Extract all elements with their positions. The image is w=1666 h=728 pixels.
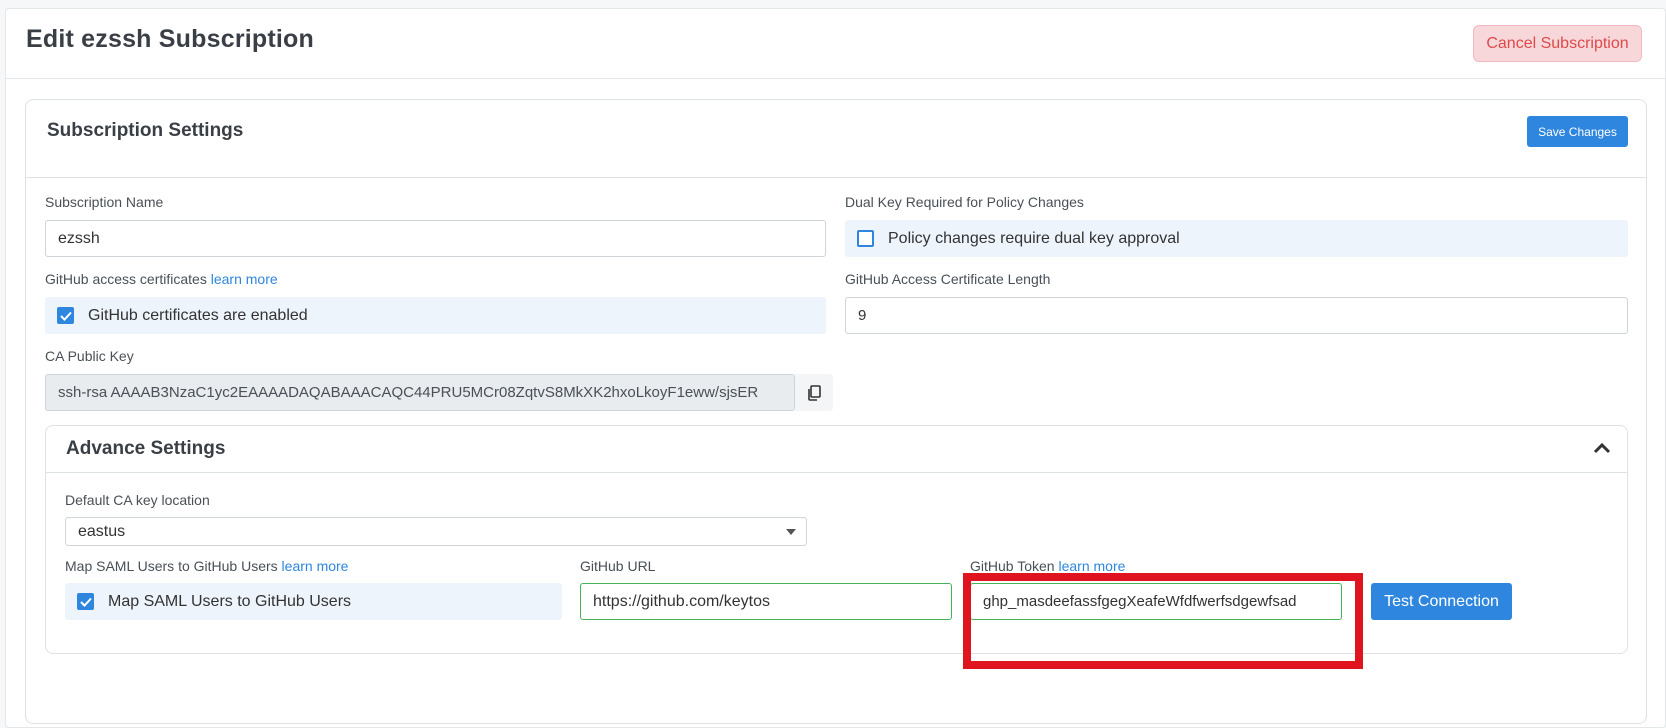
github-url-label: GitHub URL — [580, 558, 656, 574]
dual-key-checkbox[interactable] — [857, 230, 874, 247]
github-token-label-text: GitHub Token — [970, 558, 1055, 574]
github-certs-learn-more-link[interactable]: learn more — [211, 271, 278, 287]
advance-settings-header[interactable]: Advance Settings — [46, 426, 1627, 473]
copy-icon — [808, 384, 821, 401]
saml-map-learn-more-link[interactable]: learn more — [282, 558, 349, 574]
github-certs-label: GitHub access certificates learn more — [45, 271, 278, 287]
saml-map-checkbox[interactable] — [77, 593, 94, 610]
subscription-settings-card: Subscription Settings Save Changes Subsc… — [25, 99, 1647, 724]
cert-length-input[interactable]: 9 — [845, 297, 1628, 334]
check-icon — [79, 597, 92, 607]
copy-key-button[interactable] — [795, 374, 833, 411]
saml-map-label-text: Map SAML Users to GitHub Users — [65, 558, 278, 574]
github-certs-checkbox-label: GitHub certificates are enabled — [88, 306, 308, 324]
cert-length-label: GitHub Access Certificate Length — [845, 271, 1051, 287]
check-icon — [59, 311, 72, 321]
chevron-up-icon[interactable] — [1592, 440, 1612, 456]
page-title: Edit ezssh Subscription — [26, 25, 314, 53]
saml-map-label: Map SAML Users to GitHub Users learn mor… — [65, 558, 348, 574]
github-certs-label-text: GitHub access certificates — [45, 271, 207, 287]
saml-map-checkbox-row[interactable]: Map SAML Users to GitHub Users — [65, 583, 562, 620]
divider — [6, 78, 1665, 79]
saml-map-checkbox-label: Map SAML Users to GitHub Users — [108, 592, 352, 610]
save-changes-button[interactable]: Save Changes — [1527, 116, 1628, 147]
github-url-input[interactable]: https://github.com/keytos — [580, 583, 952, 620]
ca-location-select[interactable]: eastus — [65, 517, 807, 546]
ca-public-key-label: CA Public Key — [45, 348, 134, 364]
settings-header: Subscription Settings Save Changes — [26, 100, 1646, 178]
dual-key-label: Dual Key Required for Policy Changes — [845, 194, 1084, 210]
subscription-name-input[interactable]: ezssh — [45, 220, 826, 257]
settings-title: Subscription Settings — [47, 120, 244, 141]
dual-key-checkbox-label: Policy changes require dual key approval — [888, 229, 1180, 247]
github-token-highlight — [963, 573, 1363, 669]
test-connection-button[interactable]: Test Connection — [1371, 583, 1512, 620]
chevron-down-icon — [786, 529, 796, 535]
github-certs-checkbox[interactable] — [57, 307, 74, 324]
ca-location-label: Default CA key location — [65, 492, 210, 508]
github-certs-checkbox-row[interactable]: GitHub certificates are enabled — [45, 297, 826, 334]
advance-settings-card: Advance Settings Default CA key location… — [45, 425, 1628, 654]
github-token-learn-more-link[interactable]: learn more — [1058, 558, 1125, 574]
subscription-name-label: Subscription Name — [45, 194, 164, 210]
edit-subscription-page: Edit ezssh Subscription Cancel Subscript… — [5, 8, 1666, 728]
dual-key-checkbox-row[interactable]: Policy changes require dual key approval — [845, 220, 1628, 257]
advance-settings-title: Advance Settings — [66, 438, 226, 459]
github-token-label: GitHub Token learn more — [970, 558, 1125, 574]
ca-location-value: eastus — [78, 522, 126, 540]
ca-public-key-input[interactable]: ssh-rsa AAAAB3NzaC1yc2EAAAADAQABAAACAQC4… — [45, 374, 795, 411]
cancel-subscription-button[interactable]: Cancel Subscription — [1473, 25, 1642, 62]
